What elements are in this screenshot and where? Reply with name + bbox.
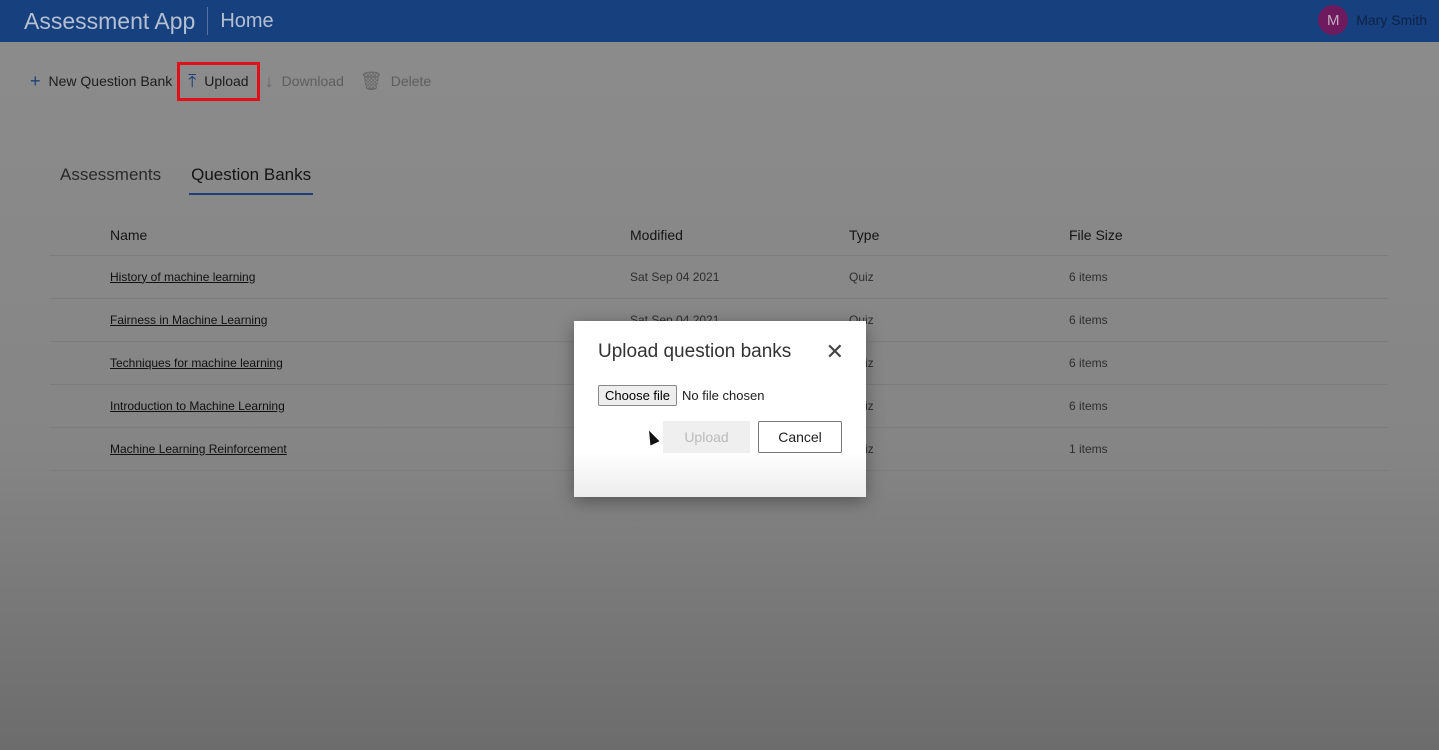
cell-file-size: 6 items <box>1069 298 1388 342</box>
tab-question-banks[interactable]: Question Banks <box>189 165 314 195</box>
app-header: Assessment App Home M Mary Smith <box>0 0 1439 42</box>
cell-name: Fairness in Machine Learning <box>50 298 630 342</box>
file-input[interactable]: Choose file No file chosen <box>598 385 764 406</box>
dialog-title: Upload question banks <box>598 341 792 362</box>
tab-assessments[interactable]: Assessments <box>60 165 161 195</box>
upload-button[interactable]: ⤒ Upload <box>177 61 260 101</box>
cell-type: Quiz <box>849 341 1069 385</box>
choose-file-button[interactable]: Choose file <box>598 385 678 406</box>
delete-label: Delete <box>390 73 432 89</box>
cell-modified: Sat Sep 04 2021 <box>630 255 849 299</box>
download-button[interactable]: ↓ Download <box>265 71 344 92</box>
cell-name: History of machine learning <box>50 255 630 299</box>
cell-name: Machine Learning Reinforcement <box>50 427 630 471</box>
new-question-bank-button[interactable]: + New Question Bank <box>30 71 172 92</box>
question-bank-link[interactable]: Techniques for machine learning <box>110 356 283 370</box>
cell-file-size: 6 items <box>1069 255 1388 299</box>
col-type[interactable]: Type <box>849 215 1069 256</box>
col-modified[interactable]: Modified <box>630 215 849 256</box>
col-name[interactable]: Name <box>50 215 630 256</box>
cell-file-size: 6 items <box>1069 341 1388 385</box>
close-icon[interactable]: ✕ <box>826 339 844 365</box>
cancel-button[interactable]: Cancel <box>758 421 842 453</box>
col-file-size[interactable]: File Size <box>1069 215 1388 256</box>
question-bank-link[interactable]: Machine Learning Reinforcement <box>110 442 287 456</box>
user-menu[interactable]: M Mary Smith <box>1318 5 1427 35</box>
cell-type: Quiz <box>849 427 1069 471</box>
question-bank-link[interactable]: History of machine learning <box>110 270 255 284</box>
question-bank-link[interactable]: Fairness in Machine Learning <box>110 313 267 327</box>
toolbar: + New Question Bank ⤒ Upload ↓ Download 🗑 De… <box>30 61 447 101</box>
table-row[interactable]: History of machine learning Sat Sep 04 20… <box>50 255 1388 299</box>
cell-file-size: 6 items <box>1069 384 1388 428</box>
download-label: Download <box>281 73 344 89</box>
cell-type: Quiz <box>849 298 1069 342</box>
cell-name: Techniques for machine learning <box>50 341 630 385</box>
upload-icon: ⤒ <box>188 70 197 91</box>
download-icon: ↓ <box>264 70 274 91</box>
dialog-upload-button[interactable]: Upload <box>663 421 750 453</box>
user-name: Mary Smith <box>1356 12 1427 28</box>
cell-file-size: 1 items <box>1069 427 1388 471</box>
table-header: Name Modified Type File Size <box>50 215 1388 256</box>
new-label: New Question Bank <box>48 73 173 89</box>
plus-icon: + <box>30 70 41 91</box>
app-title[interactable]: Assessment App <box>24 7 209 35</box>
cell-type: Quiz <box>849 255 1069 299</box>
cell-type: Quiz <box>849 384 1069 428</box>
question-bank-link[interactable]: Introduction to Machine Learning <box>110 399 285 413</box>
cell-name: Introduction to Machine Learning <box>50 384 630 428</box>
trash-icon: 🗑 <box>359 70 383 91</box>
page-title: Home <box>220 9 274 32</box>
upload-dialog: Upload question banks ✕ Choose file No f… <box>574 321 866 497</box>
upload-label: Upload <box>204 73 249 89</box>
file-status: No file chosen <box>682 388 765 403</box>
tab-bar: Assessments Question Banks <box>60 165 314 195</box>
avatar[interactable]: M <box>1318 5 1349 35</box>
delete-button[interactable]: 🗑 Delete <box>360 71 431 92</box>
